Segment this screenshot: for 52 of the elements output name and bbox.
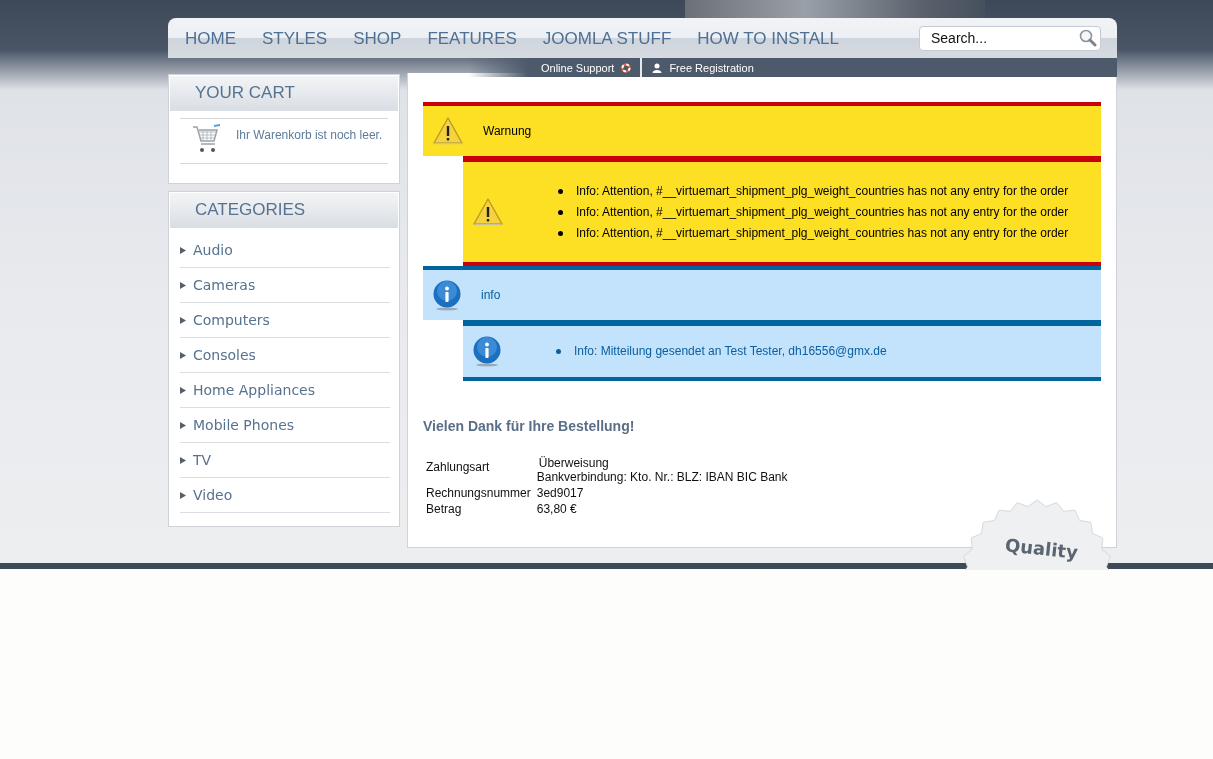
- field-label: Betrag: [425, 501, 463, 517]
- category-link[interactable]: Video: [180, 487, 233, 503]
- triangle-bullet-icon: [180, 351, 186, 359]
- category-link[interactable]: Mobile Phones: [180, 417, 295, 433]
- message-title: Warnung: [483, 124, 532, 138]
- cart-empty-text: Ihr Warenkorb ist noch leer.: [236, 128, 383, 142]
- message-text: Info: Attention, #__virtuemart_shipment_plg_weight_countries has not any entry for the order: [576, 203, 1069, 221]
- category-link[interactable]: Computers: [180, 312, 270, 328]
- message-title: info: [481, 288, 501, 302]
- nav-link[interactable]: STYLES: [262, 29, 328, 49]
- bullet-icon: [558, 209, 563, 215]
- search-icon[interactable]: [1079, 28, 1097, 47]
- triangle-bullet-icon: [180, 246, 186, 254]
- message-text: Info: Attention, #__virtuemart_shipment_plg_weight_countries has not any entry for the order: [576, 182, 1069, 200]
- warning-icon: [432, 116, 464, 146]
- bullet-icon: [558, 188, 563, 194]
- top-link[interactable]: Online Support: [541, 58, 641, 77]
- bullet-icon: [558, 230, 563, 236]
- nav-link[interactable]: JOOMLA STUFF: [542, 29, 672, 49]
- triangle-bullet-icon: [180, 491, 186, 499]
- triangle-bullet-icon: [180, 386, 186, 394]
- triangle-bullet-icon: [180, 281, 186, 289]
- bullet-icon: [556, 349, 561, 354]
- info-icon: [472, 336, 502, 367]
- message-text: Info: Mitteilung gesendet an Test Tester, dh16556@gmx.de: [574, 343, 887, 360]
- field-value: Überweisung: [537, 456, 610, 470]
- triangle-bullet-icon: [180, 421, 186, 429]
- cart-icon: [192, 124, 222, 154]
- category-link[interactable]: Audio: [180, 242, 233, 258]
- triangle-bullet-icon: [180, 456, 186, 464]
- category-link[interactable]: Consoles: [180, 347, 256, 363]
- field-label: Rechnungsnummer: [425, 485, 532, 501]
- info-icon: [432, 279, 462, 311]
- module-title: YOUR CART: [170, 76, 398, 111]
- field-value: 63,80 €: [536, 502, 577, 516]
- field-value: 3ed9017: [536, 486, 584, 500]
- search-field[interactable]: Search...: [919, 25, 1101, 51]
- category-link[interactable]: Cameras: [180, 277, 256, 293]
- bank-details-text: Bankverbindung: Kto. Nr.: BLZ: IBAN BIC Bank: [536, 470, 788, 484]
- nav-link[interactable]: HOME: [185, 29, 236, 49]
- category-link[interactable]: TV: [180, 452, 212, 468]
- field-label: Zahlungsart: [425, 458, 491, 476]
- nav-link[interactable]: FEATURES: [427, 29, 517, 49]
- category-link[interactable]: Home Appliances: [180, 382, 315, 398]
- nav-link[interactable]: SHOP: [353, 29, 402, 49]
- message-text: Info: Attention, #__virtuemart_shipment_plg_weight_countries has not any entry for the order: [576, 224, 1069, 242]
- warning-icon: [472, 197, 504, 227]
- badge-text: Quality: [1004, 534, 1079, 563]
- nav-link[interactable]: HOW TO INSTALL: [697, 29, 839, 49]
- module-title: CATEGORIES: [170, 193, 398, 228]
- triangle-bullet-icon: [180, 316, 186, 324]
- thank-you-heading: Vielen Dank für Ihre Bestellung!: [423, 418, 636, 434]
